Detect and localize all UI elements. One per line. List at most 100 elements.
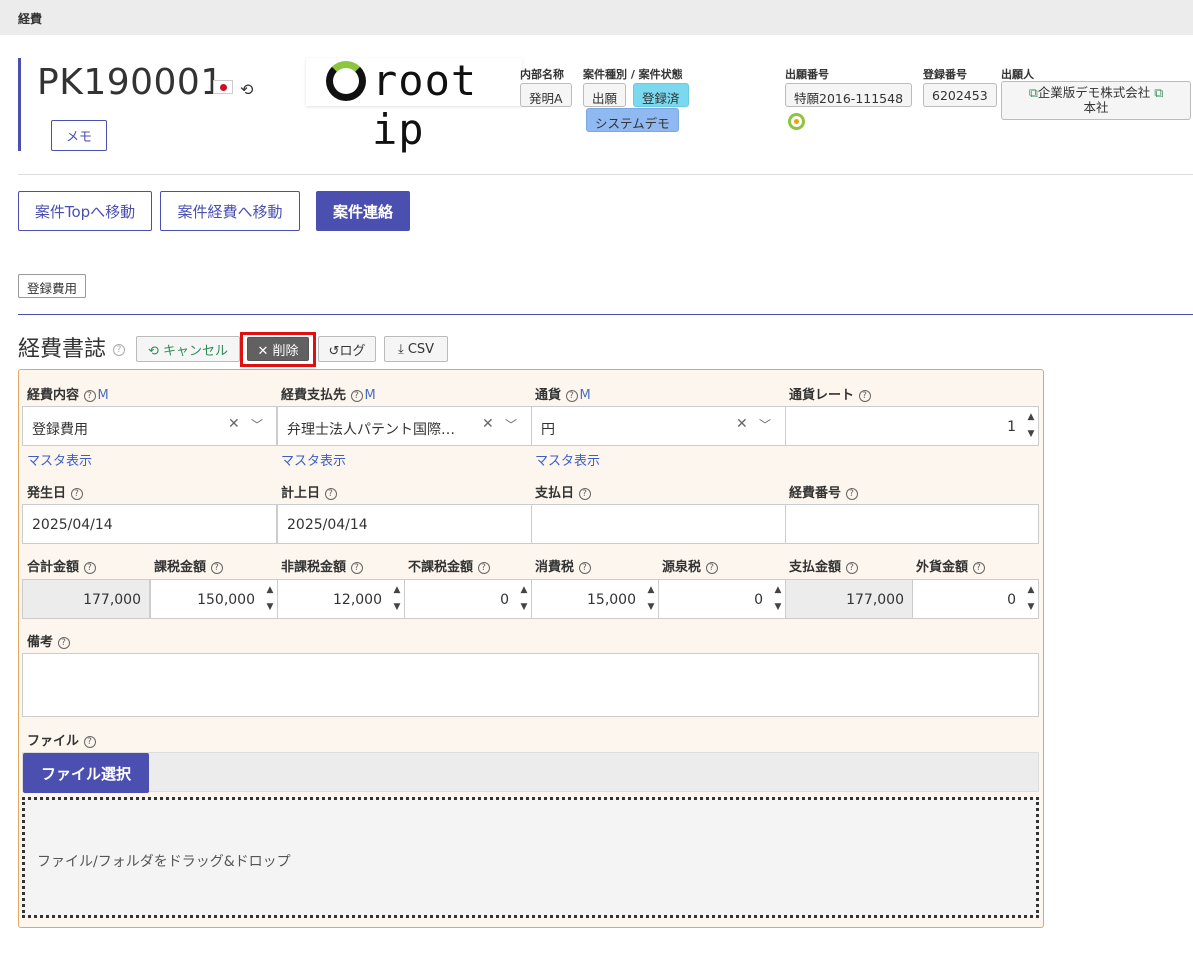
content-master-link[interactable]: マスタ表示 bbox=[27, 450, 92, 469]
occur-date-label: 発生日 ? bbox=[27, 482, 83, 501]
header-divider bbox=[18, 174, 1193, 175]
payee-master-link[interactable]: マスタ表示 bbox=[281, 450, 346, 469]
consumption-tax-label: 消費税 ? bbox=[535, 556, 591, 575]
root-ip-logo: root ip bbox=[306, 56, 522, 154]
help-icon[interactable]: ? bbox=[83, 389, 96, 402]
chevron-down-icon[interactable]: ﹀ bbox=[251, 416, 263, 433]
memo-button[interactable]: メモ bbox=[51, 120, 107, 151]
nontax-amount-input[interactable]: 12,000 ▲ ▼ bbox=[277, 579, 405, 619]
stepper-icon[interactable]: ▲ ▼ bbox=[772, 582, 784, 616]
payee-select[interactable]: 弁理士法人パテント国際… ✕ ﹀ bbox=[277, 406, 532, 446]
app-no-label: 出願番号 bbox=[785, 68, 829, 81]
file-label-text: ファイル bbox=[27, 734, 80, 749]
expense-no-input[interactable] bbox=[785, 504, 1039, 544]
withholding-tax-input[interactable]: 0 ▲ ▼ bbox=[658, 579, 786, 619]
payee-label: 経費支払先 ? M bbox=[281, 384, 376, 403]
ledger-title-text: 経費書誌 bbox=[18, 337, 107, 362]
help-icon[interactable]: ? bbox=[858, 389, 871, 402]
consumption-tax-label-text: 消費税 bbox=[535, 560, 575, 575]
clear-icon[interactable]: ✕ bbox=[736, 416, 748, 432]
remarks-label-text: 備考 bbox=[27, 635, 54, 650]
applicant-branch: 本社 bbox=[1083, 100, 1109, 115]
stepper-icon[interactable]: ▲ ▼ bbox=[1025, 409, 1037, 443]
book-date-input[interactable]: 2025/04/14 bbox=[277, 504, 532, 544]
file-select-button[interactable]: ファイル選択 bbox=[23, 753, 149, 793]
help-icon[interactable]: ? bbox=[113, 344, 126, 356]
cancel-label: キャンセル bbox=[163, 343, 229, 359]
help-icon[interactable]: ? bbox=[578, 487, 591, 500]
type-status-label: 案件種別 / 案件状態 bbox=[583, 68, 683, 81]
stepper-icon[interactable]: ▲ ▼ bbox=[391, 582, 403, 616]
help-icon[interactable]: ? bbox=[83, 735, 96, 748]
pay-date-input[interactable] bbox=[531, 504, 786, 544]
stepper-icon[interactable]: ▲ ▼ bbox=[518, 582, 530, 616]
file-input-row[interactable]: ファイル選択 bbox=[22, 752, 1039, 793]
sync-icon[interactable]: ⟲ bbox=[240, 80, 253, 99]
cancel-button[interactable]: ⟲ キャンセル bbox=[136, 336, 240, 362]
currency-label: 通貨 ? M bbox=[535, 384, 591, 403]
rate-label: 通貨レート ? bbox=[789, 384, 871, 403]
case-expense-button[interactable]: 案件経費へ移動 bbox=[160, 191, 300, 231]
clear-icon[interactable]: ✕ bbox=[228, 416, 240, 432]
exempt-label: 不課税金額 ? bbox=[408, 556, 490, 575]
paid-amount-label-text: 支払金額 bbox=[789, 560, 842, 575]
foreign-amount-label-text: 外貨金額 bbox=[916, 560, 969, 575]
registration-fee-tab[interactable]: 登録費用 bbox=[18, 274, 87, 298]
stepper-icon[interactable]: ▲ ▼ bbox=[264, 582, 276, 616]
jpo-status-icon[interactable] bbox=[788, 113, 805, 130]
log-button[interactable]: ↺ログ bbox=[318, 336, 376, 362]
rate-input-value: 1 bbox=[1007, 419, 1016, 435]
consumption-tax-value: 15,000 bbox=[587, 592, 636, 608]
help-icon[interactable]: ? bbox=[845, 561, 858, 574]
total-label: 合計金額 ? bbox=[27, 556, 96, 575]
case-top-button[interactable]: 案件Topへ移動 bbox=[18, 191, 152, 231]
delete-button[interactable]: ✕ 削除 bbox=[247, 337, 309, 361]
taxable-amount-input[interactable]: 150,000 ▲ ▼ bbox=[150, 579, 278, 619]
help-icon[interactable]: ? bbox=[324, 487, 337, 500]
help-icon[interactable]: ? bbox=[350, 561, 363, 574]
file-drop-zone[interactable]: ファイル/フォルダをドラッグ&ドロップ bbox=[22, 797, 1039, 918]
clear-icon[interactable]: ✕ bbox=[482, 416, 494, 432]
nontax-amount-value: 12,000 bbox=[333, 592, 382, 608]
pay-date-label-text: 支払日 bbox=[535, 486, 575, 501]
master-mark: M bbox=[579, 388, 591, 403]
rate-label-text: 通貨レート bbox=[789, 388, 855, 403]
nontax-label: 非課税金額 ? bbox=[281, 556, 363, 575]
taxable-label: 課税金額 ? bbox=[154, 556, 223, 575]
foreign-amount-input[interactable]: 0 ▲ ▼ bbox=[912, 579, 1039, 619]
currency-master-link[interactable]: マスタ表示 bbox=[535, 450, 600, 469]
content-select[interactable]: 登録費用 ✕ ﹀ bbox=[22, 406, 277, 446]
occur-date-label-text: 発生日 bbox=[27, 486, 67, 501]
case-contact-button[interactable]: 案件連絡 bbox=[316, 191, 410, 231]
occur-date-input[interactable]: 2025/04/14 bbox=[22, 504, 277, 544]
csv-button[interactable]: ⤓ CSV bbox=[384, 336, 448, 362]
applicant-copy-icon[interactable]: ⧉ bbox=[1029, 85, 1038, 100]
remarks-textarea[interactable] bbox=[22, 653, 1039, 717]
help-icon[interactable]: ? bbox=[477, 561, 490, 574]
help-icon[interactable]: ? bbox=[578, 561, 591, 574]
content-label: 経費内容 ? M bbox=[27, 384, 109, 403]
help-icon[interactable]: ? bbox=[565, 389, 578, 402]
chevron-down-icon[interactable]: ﹀ bbox=[759, 416, 771, 433]
help-icon[interactable]: ? bbox=[70, 487, 83, 500]
help-icon[interactable]: ? bbox=[57, 636, 70, 649]
exempt-amount-input[interactable]: 0 ▲ ▼ bbox=[404, 579, 532, 619]
app-no-tag: 特願2016-111548 bbox=[785, 83, 913, 107]
stepper-icon[interactable]: ▲ ▼ bbox=[1025, 582, 1037, 616]
help-icon[interactable]: ? bbox=[350, 389, 363, 402]
rate-input[interactable]: 1 ▲ ▼ bbox=[785, 406, 1039, 446]
help-icon[interactable]: ? bbox=[845, 487, 858, 500]
stepper-icon[interactable]: ▲ ▼ bbox=[645, 582, 657, 616]
reg-no-label: 登録番号 bbox=[923, 68, 967, 81]
applicant-copy-icon-2[interactable]: ⧉ bbox=[1150, 85, 1163, 100]
currency-select[interactable]: 円 ✕ ﹀ bbox=[531, 406, 786, 446]
help-icon[interactable]: ? bbox=[210, 561, 223, 574]
history-icon: ↺ bbox=[328, 343, 340, 359]
consumption-tax-input[interactable]: 15,000 ▲ ▼ bbox=[531, 579, 659, 619]
help-icon[interactable]: ? bbox=[83, 561, 96, 574]
exempt-label-text: 不課税金額 bbox=[408, 560, 474, 575]
help-icon[interactable]: ? bbox=[705, 561, 718, 574]
help-icon[interactable]: ? bbox=[972, 561, 985, 574]
cancel-icon: ⟲ bbox=[147, 343, 163, 359]
chevron-down-icon[interactable]: ﹀ bbox=[505, 416, 517, 433]
